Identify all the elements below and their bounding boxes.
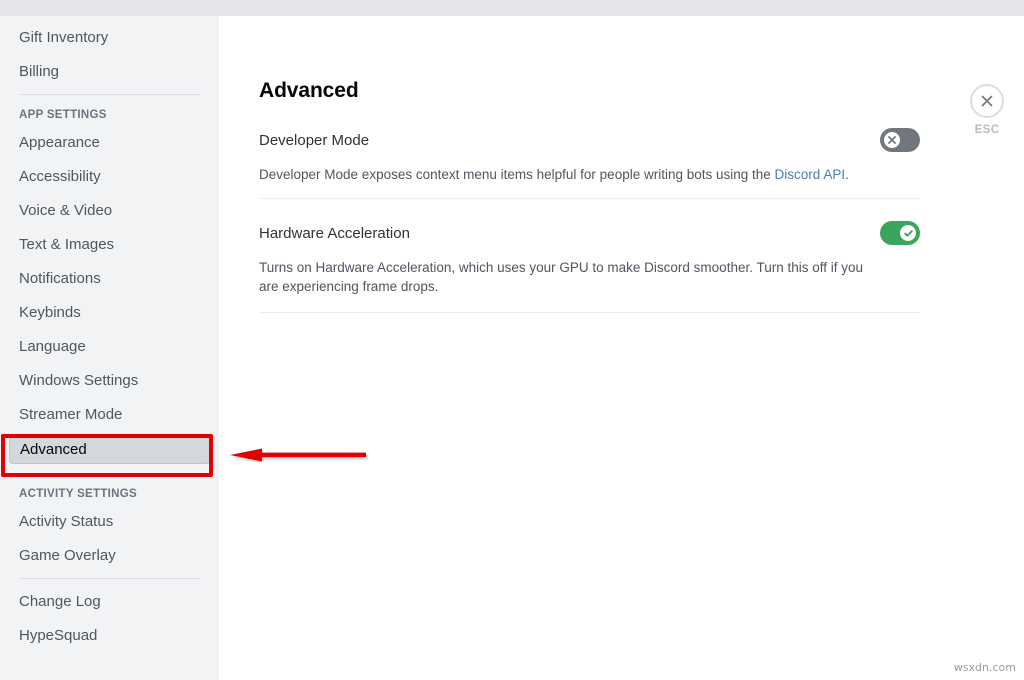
sidebar-item-activity-status[interactable]: Activity Status: [9, 509, 210, 535]
spacer: [0, 394, 219, 402]
esc-label: ESC: [961, 124, 1013, 136]
setting-label-developer-mode: Developer Mode: [259, 132, 369, 149]
sidebar-item-keybinds[interactable]: Keybinds: [9, 300, 210, 326]
setting-description-hardware-acceleration: Turns on Hardware Acceleration, which us…: [259, 258, 884, 296]
spacer: [0, 224, 219, 232]
check-icon: [903, 228, 914, 239]
sidebar-divider: [19, 94, 200, 95]
spacer: [0, 428, 219, 436]
description-text-tail: .: [845, 167, 849, 182]
sidebar-divider: [19, 473, 200, 474]
sidebar-item-advanced[interactable]: Advanced: [9, 436, 210, 464]
close-icon-circle: [970, 84, 1004, 118]
toggle-knob: [900, 225, 916, 241]
spacer: [0, 535, 219, 543]
setting-label-hardware-acceleration: Hardware Acceleration: [259, 225, 410, 242]
sidebar-divider: [19, 578, 200, 579]
sidebar-item-notifications[interactable]: Notifications: [9, 266, 210, 292]
setting-developer-mode: Developer Mode Developer Mode exposes co…: [259, 128, 920, 184]
sidebar-item-accessibility[interactable]: Accessibility: [9, 164, 210, 190]
sidebar-item-language[interactable]: Language: [9, 334, 210, 360]
setting-description-developer-mode: Developer Mode exposes context menu item…: [259, 165, 884, 184]
spacer: [0, 360, 219, 368]
toggle-hardware-acceleration[interactable]: [880, 221, 920, 245]
discord-settings-window: Gift Inventory Billing APP SETTINGS Appeara…: [0, 0, 1024, 680]
toggle-knob: [884, 132, 900, 148]
section-divider-2: [259, 312, 920, 313]
window-top-strip: [0, 0, 1024, 16]
sidebar-list: Gift Inventory Billing APP SETTINGS Appeara…: [0, 16, 219, 649]
sidebar-item-gift-inventory[interactable]: Gift Inventory: [9, 25, 210, 51]
sidebar-item-change-log[interactable]: Change Log: [9, 589, 210, 615]
sidebar-group-header: APP SETTINGS: [9, 105, 210, 125]
discord-api-link[interactable]: Discord API: [775, 167, 846, 182]
setting-header-row: Developer Mode: [259, 128, 920, 152]
sidebar-item-appearance[interactable]: Appearance: [9, 130, 210, 156]
sidebar-item-game-overlay[interactable]: Game Overlay: [9, 543, 210, 569]
settings-content: Advanced Developer Mode Developer Mode e…: [219, 16, 1024, 680]
sidebar-item-windows-settings[interactable]: Windows Settings: [9, 368, 210, 394]
sidebar-item-billing[interactable]: Billing: [9, 59, 210, 85]
close-x-icon: [887, 135, 897, 145]
section-divider-1: [259, 198, 920, 199]
sidebar-item-voice-video[interactable]: Voice & Video: [9, 198, 210, 224]
sidebar-group-header: ACTIVITY SETTINGS: [9, 484, 210, 504]
spacer: [0, 292, 219, 300]
toggle-developer-mode[interactable]: [880, 128, 920, 152]
setting-header-row: Hardware Acceleration: [259, 221, 920, 245]
settings-sidebar[interactable]: Gift Inventory Billing APP SETTINGS Appeara…: [0, 16, 219, 680]
spacer: [0, 326, 219, 334]
setting-hardware-acceleration: Hardware Acceleration Turns on Hardware …: [259, 221, 920, 296]
close-settings-button[interactable]: ESC: [961, 84, 1013, 136]
spacer: [0, 156, 219, 164]
watermark: wsxdn.com: [954, 661, 1016, 674]
sidebar-item-text-images[interactable]: Text & Images: [9, 232, 210, 258]
spacer: [0, 615, 219, 623]
description-text: Developer Mode exposes context menu item…: [259, 167, 775, 182]
close-icon: [979, 93, 995, 109]
sidebar-item-streamer-mode[interactable]: Streamer Mode: [9, 402, 210, 428]
spacer: [0, 51, 219, 59]
spacer: [0, 258, 219, 266]
spacer: [0, 190, 219, 198]
page-title: Advanced: [259, 79, 359, 103]
sidebar-item-hypesquad[interactable]: HypeSquad: [9, 623, 210, 649]
